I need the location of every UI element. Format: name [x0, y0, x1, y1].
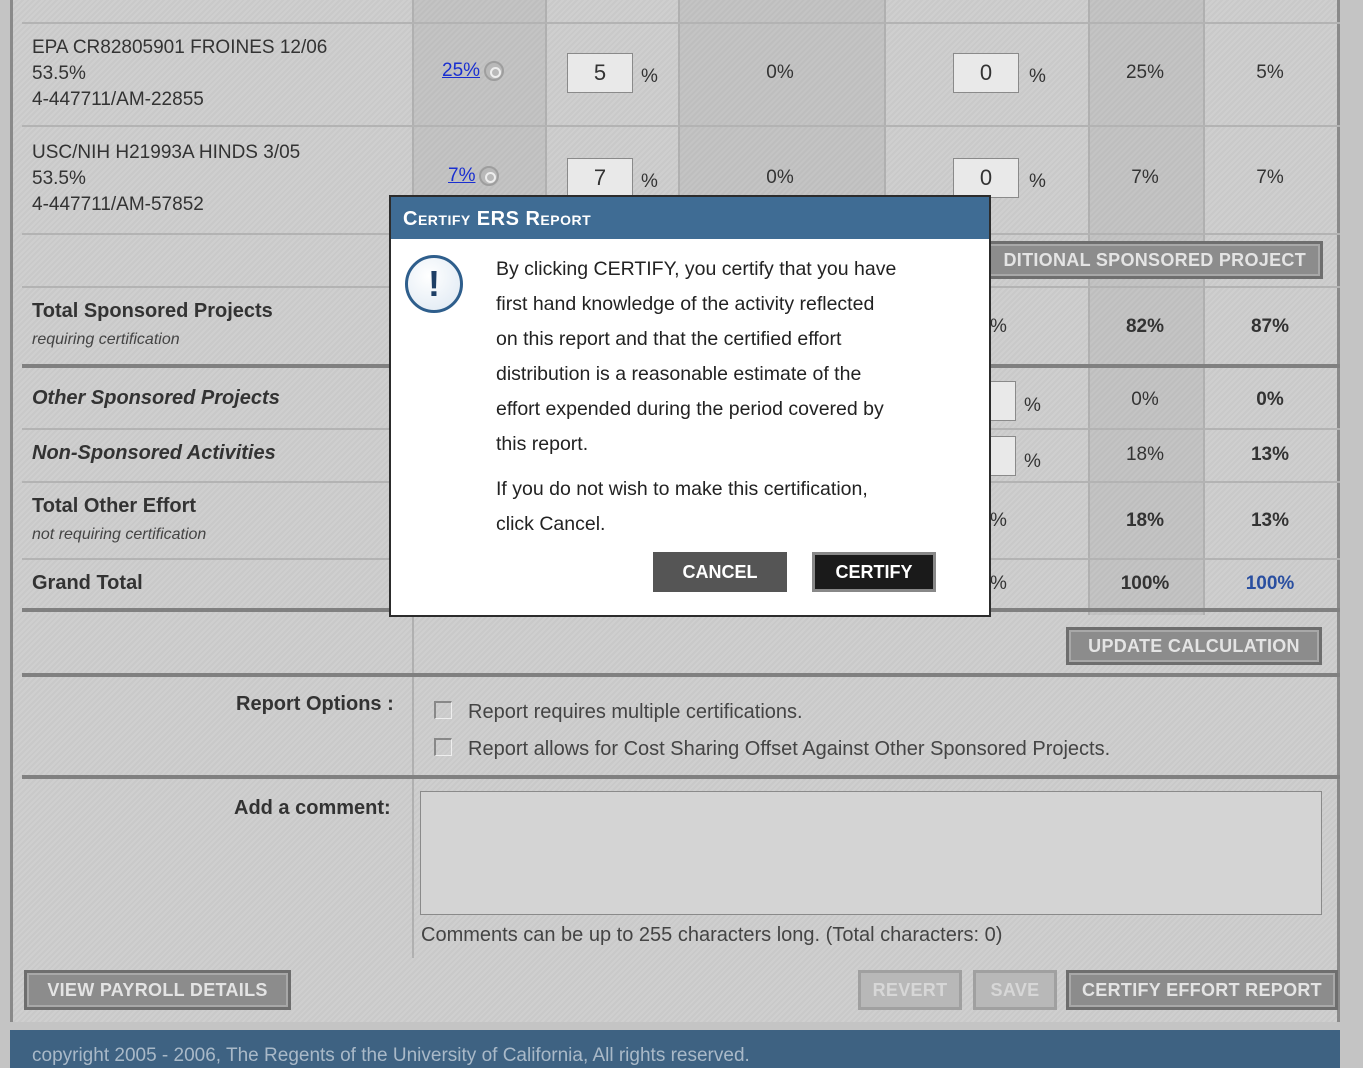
total-other-effort-label: Total Other Effort: [32, 495, 197, 517]
percent-sign: %: [1029, 171, 1046, 192]
comment-label: Add a comment:: [234, 797, 391, 819]
project-rate: 53.5%: [32, 63, 86, 84]
dialog-line: distribution is a reasonable estimate of…: [496, 363, 862, 385]
project-rate: 53.5%: [32, 168, 86, 189]
total-other-effort-sub: not requiring certification: [32, 526, 207, 543]
total-other-effort-col7: 18%: [1125, 510, 1165, 531]
dialog-title: Certify ERS Report: [391, 197, 989, 239]
total-sponsored-sub: requiring certification: [32, 331, 180, 348]
percent-sign: %: [1029, 66, 1046, 87]
dialog-line: By clicking CERTIFY, you certify that yo…: [496, 258, 897, 280]
project-1-col7: 25%: [1125, 62, 1165, 83]
project-2-pct-link[interactable]: 7%: [448, 165, 475, 186]
grand-total-col7: 100%: [1120, 573, 1170, 594]
certify-effort-report-button[interactable]: CERTIFY EFFORT REPORT: [1066, 970, 1338, 1010]
total-sponsored-col7: 82%: [1125, 316, 1165, 337]
grand-total-label: Grand Total: [32, 572, 143, 594]
report-options-label: Report Options :: [236, 693, 394, 715]
project-1-col8: 5%: [1256, 62, 1284, 83]
non-sponsored-col8: 13%: [1250, 444, 1290, 465]
project-name: EPA CR82805901 FROINES 12/06: [32, 37, 328, 58]
row-divider: [22, 22, 1340, 24]
magnifier-icon[interactable]: [479, 165, 500, 186]
project-1-pct-link[interactable]: 25%: [442, 60, 480, 81]
cost-sharing-offset-text: Report allows for Cost Sharing Offset Ag…: [468, 738, 1111, 760]
save-button[interactable]: SAVE: [973, 970, 1057, 1010]
revert-button[interactable]: REVERT: [858, 970, 962, 1010]
grand-total-col8: 100%: [1245, 573, 1295, 594]
dialog-line: If you do not wish to make this certific…: [496, 478, 868, 500]
project-2-col7: 7%: [1131, 167, 1159, 188]
project-2-mid-pct: 0%: [766, 167, 794, 188]
project-row-1-label: EPA CR82805901 FROINES 12/06 53.5% 4-447…: [32, 35, 327, 113]
total-other-effort-partial: %: [990, 510, 1007, 531]
dialog-message: By clicking CERTIFY, you certify that yo…: [496, 252, 896, 462]
total-sponsored-partial: %: [990, 316, 1007, 337]
cancel-button[interactable]: CANCEL: [653, 552, 787, 592]
total-sponsored-label: Total Sponsored Projects: [32, 300, 273, 322]
add-sponsored-project-button[interactable]: DITIONAL SPONSORED PROJECT: [978, 241, 1323, 279]
project-2-cost-share-input[interactable]: 0: [953, 158, 1019, 198]
total-sponsored-col8: 87%: [1250, 316, 1290, 337]
certify-dialog: Certify ERS Report ! By clicking CERTIFY…: [389, 195, 991, 617]
section-divider: [22, 775, 1340, 779]
project-1-effort-input[interactable]: 5: [567, 53, 633, 93]
magnifier-icon[interactable]: [484, 60, 505, 81]
other-sponsored-col8: 0%: [1256, 389, 1284, 410]
footer: copyright 2005 - 2006, The Regents of th…: [10, 1030, 1340, 1068]
comment-hint: Comments can be up to 255 characters lon…: [421, 924, 1003, 946]
update-calculation-button[interactable]: UPDATE CALCULATION: [1066, 627, 1322, 665]
percent-sign: %: [641, 171, 658, 192]
non-sponsored-label: Non-Sponsored Activities: [32, 442, 276, 464]
multiple-certifications-text: Report requires multiple certifications.: [468, 701, 803, 723]
project-2-pct: 7%: [448, 165, 500, 187]
total-other-effort-col8: 13%: [1250, 510, 1290, 531]
grand-total-partial: %: [990, 573, 1007, 594]
project-1-pct: 25%: [442, 60, 505, 82]
dialog-cancel-note: If you do not wish to make this certific…: [496, 472, 868, 542]
multiple-certifications-checkbox[interactable]: [434, 701, 452, 719]
project-row-2-label: USC/NIH H21993A HINDS 3/05 53.5% 4-44771…: [32, 140, 300, 218]
other-sponsored-label: Other Sponsored Projects: [32, 387, 280, 409]
comment-textarea[interactable]: [420, 791, 1322, 915]
dialog-line: effort expended during the period covere…: [496, 398, 884, 420]
section-divider: [22, 673, 1340, 677]
percent-sign: %: [1024, 395, 1041, 416]
project-2-effort-input[interactable]: 7: [567, 158, 633, 198]
cost-sharing-offset-checkbox[interactable]: [434, 738, 452, 756]
row-divider: [22, 125, 1340, 127]
grid-line: [1203, 0, 1205, 615]
project-2-col8: 7%: [1256, 167, 1284, 188]
project-account: 4-447711/AM-22855: [32, 89, 204, 110]
project-1-mid-pct: 0%: [766, 62, 794, 83]
other-sponsored-col7: 0%: [1131, 389, 1159, 410]
view-payroll-details-button[interactable]: VIEW PAYROLL DETAILS: [24, 970, 291, 1010]
dialog-line: first hand knowledge of the activity ref…: [496, 293, 875, 315]
project-1-cost-share-input[interactable]: 0: [953, 53, 1019, 93]
project-name: USC/NIH H21993A HINDS 3/05: [32, 142, 301, 163]
dialog-line: on this report and that the certified ef…: [496, 328, 842, 350]
exclamation-icon: !: [405, 255, 463, 313]
grid-line: [1088, 0, 1090, 615]
dialog-line: this report.: [496, 433, 589, 455]
certify-button[interactable]: CERTIFY: [812, 552, 936, 592]
dialog-line: click Cancel.: [496, 513, 606, 535]
percent-sign: %: [1024, 451, 1041, 472]
project-account: 4-447711/AM-57852: [32, 194, 204, 215]
non-sponsored-col7: 18%: [1125, 444, 1165, 465]
percent-sign: %: [641, 66, 658, 87]
